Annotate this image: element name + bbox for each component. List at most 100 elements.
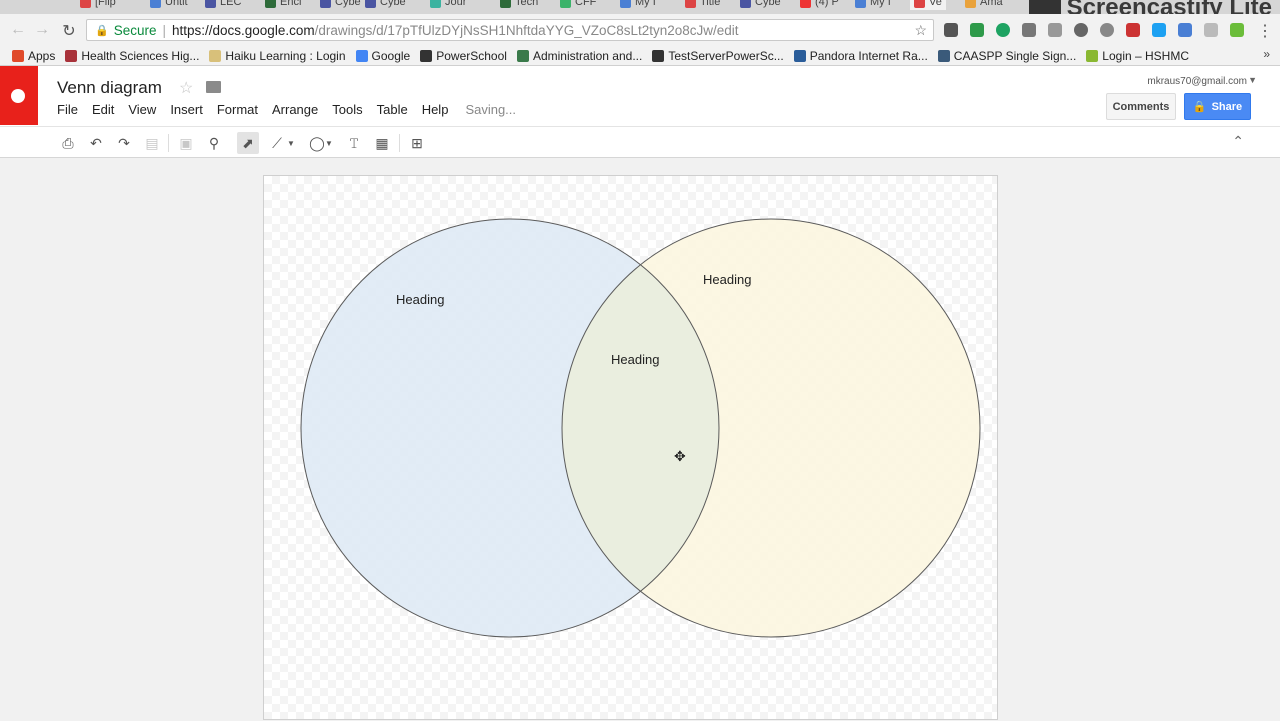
menu-tools[interactable]: Tools <box>332 102 362 117</box>
right-heading[interactable]: Heading <box>703 272 751 287</box>
extension-icon[interactable] <box>1126 23 1140 37</box>
menu-format[interactable]: Format <box>217 102 258 117</box>
extension-icon[interactable] <box>944 23 958 37</box>
print-icon[interactable]: ⎙ <box>57 132 79 154</box>
browser-menu-icon[interactable]: ⋮ <box>1256 21 1274 41</box>
tab-label: (4) P <box>815 0 839 8</box>
menu-edit[interactable]: Edit <box>92 102 114 117</box>
browser-tab[interactable]: Enci <box>265 0 301 10</box>
bookmark-item[interactable]: TestServerPowerSc... <box>652 49 784 63</box>
chevron-down-icon[interactable]: ▼ <box>324 132 334 154</box>
tab-favicon-icon <box>620 0 631 8</box>
tab-favicon-icon <box>150 0 161 8</box>
document-title[interactable]: Venn diagram <box>57 78 162 98</box>
paint-format-icon[interactable]: ▤ <box>141 132 163 154</box>
center-heading[interactable]: Heading <box>611 352 659 367</box>
browser-tab[interactable]: Cybe <box>740 0 781 10</box>
undo-icon[interactable]: ↶ <box>85 132 107 154</box>
reload-icon[interactable]: ↻ <box>60 21 78 41</box>
browser-tab[interactable]: (4) P <box>800 0 839 10</box>
collapse-chevron-icon[interactable]: ⌃ <box>1232 133 1244 150</box>
browser-tab[interactable]: Title <box>685 0 720 10</box>
info-extension-icon[interactable] <box>1100 23 1114 37</box>
tab-favicon-icon <box>685 0 696 8</box>
extension-icon[interactable] <box>996 23 1010 37</box>
star-icon[interactable]: ☆ <box>179 78 193 98</box>
menu-help[interactable]: Help <box>422 102 449 117</box>
forward-arrow-icon[interactable]: → <box>33 21 51 39</box>
tab-label: CFF <box>575 0 597 8</box>
bookmark-item[interactable]: CAASPP Single Sign... <box>937 49 1076 63</box>
extension-icon[interactable] <box>1230 23 1244 37</box>
bookmark-item[interactable]: Administration and... <box>516 49 642 63</box>
tab-label: Enci <box>280 0 302 8</box>
leaf-icon <box>1086 49 1099 62</box>
app-header: Venn diagram ☆ File Edit View Insert Format A… <box>0 66 1280 126</box>
translate-extension-icon[interactable] <box>1178 23 1192 37</box>
comments-button[interactable]: Comments <box>1106 93 1176 120</box>
drawings-logo[interactable] <box>0 66 38 125</box>
browser-tab[interactable]: Ama <box>965 0 1003 10</box>
zoom-icon[interactable]: ⚲ <box>203 132 225 154</box>
browser-tab[interactable]: LEC <box>205 0 241 10</box>
folder-icon[interactable] <box>206 81 221 93</box>
select-arrow-icon[interactable]: ⬈ <box>237 132 259 154</box>
twitter-extension-icon[interactable] <box>1152 23 1166 37</box>
menu-arrange[interactable]: Arrange <box>272 102 318 117</box>
venn-diagram[interactable]: Heading Heading Heading <box>264 176 999 721</box>
left-heading[interactable]: Heading <box>396 292 444 307</box>
bookmark-item[interactable]: Login – HSHMC <box>1086 49 1189 63</box>
camera-extension-icon[interactable] <box>1074 23 1088 37</box>
extension-icon[interactable] <box>1022 23 1036 37</box>
image-icon[interactable]: ▦ <box>371 132 393 154</box>
browser-tab[interactable]: Jour <box>430 0 466 10</box>
chevron-down-icon[interactable]: ▼ <box>286 132 296 154</box>
tab-label: My I <box>635 0 656 8</box>
drawing-canvas[interactable]: Heading Heading Heading ✥ <box>263 175 998 720</box>
extension-icon[interactable] <box>1048 23 1062 37</box>
account-email[interactable]: mkraus70@gmail.com <box>1147 76 1247 87</box>
line-tool-icon[interactable]: ⟋ <box>266 132 288 154</box>
browser-tab-strip: Ama Ve My I (4) P Cybe Title My I CFF Tech Jour Cy… <box>0 0 1280 14</box>
browser-tab[interactable]: Cybe <box>365 0 406 10</box>
browser-tab[interactable]: My I <box>855 0 891 10</box>
browser-tab[interactable]: Cybe <box>320 0 361 10</box>
text-box-icon[interactable]: 𝚃 <box>343 132 365 154</box>
chevron-down-icon[interactable]: ▼ <box>1248 75 1257 85</box>
globe-icon <box>937 49 950 62</box>
url-separator: | <box>162 22 166 38</box>
back-arrow-icon[interactable]: ← <box>9 21 27 39</box>
browser-tab[interactable]: My I <box>620 0 656 10</box>
bookmark-item[interactable]: Health Sciences Hig... <box>65 49 199 63</box>
tab-label: LEC <box>220 0 242 8</box>
save-status: Saving... <box>465 102 517 117</box>
bookmark-label: Pandora Internet Ra... <box>809 48 928 63</box>
browser-tab[interactable]: [Flip <box>80 0 116 10</box>
redo-icon[interactable]: ↷ <box>113 132 135 154</box>
extension-icon[interactable] <box>970 23 984 37</box>
add-comment-icon[interactable]: ⊞ <box>406 132 428 154</box>
menu-file[interactable]: File <box>57 102 78 117</box>
menu-bar: File Edit View Insert Format Arrange Tools Tabl… <box>57 102 530 117</box>
browser-tab[interactable]: Ve <box>910 0 946 10</box>
bookmark-item[interactable]: Haiku Learning : Login <box>209 49 346 63</box>
bookmark-item[interactable]: PowerSchool <box>420 49 507 63</box>
drawing-toolbar: ⎙ ↶ ↷ ▤ ▣ ⚲ ⬈ ⟋ ▼ ◯ ▼ 𝚃 ▦ ⊞ ⌃ <box>0 126 1280 158</box>
browser-tab[interactable]: Untit <box>150 0 188 10</box>
bookmarks-overflow-icon[interactable]: » <box>1263 47 1270 61</box>
page-icon <box>209 49 222 62</box>
browser-tab[interactable]: CFF <box>560 0 596 10</box>
bookmark-item[interactable]: Google <box>355 49 410 63</box>
menu-view[interactable]: View <box>128 102 156 117</box>
bookmark-star-icon[interactable]: ☆ <box>914 22 927 39</box>
browser-tab[interactable]: Tech <box>500 0 538 10</box>
address-bar[interactable]: 🔒 Secure | https://docs.google.com /draw… <box>86 19 934 41</box>
extension-icon[interactable] <box>1204 23 1218 37</box>
menu-insert[interactable]: Insert <box>170 102 203 117</box>
menu-table[interactable]: Table <box>377 102 408 117</box>
share-button[interactable]: 🔒 Share <box>1184 93 1251 120</box>
bookmark-item[interactable]: Pandora Internet Ra... <box>793 48 928 63</box>
zoom-fit-icon[interactable]: ▣ <box>175 132 197 154</box>
tab-favicon-icon <box>560 0 571 8</box>
bookmark-item[interactable]: Apps <box>12 49 55 63</box>
